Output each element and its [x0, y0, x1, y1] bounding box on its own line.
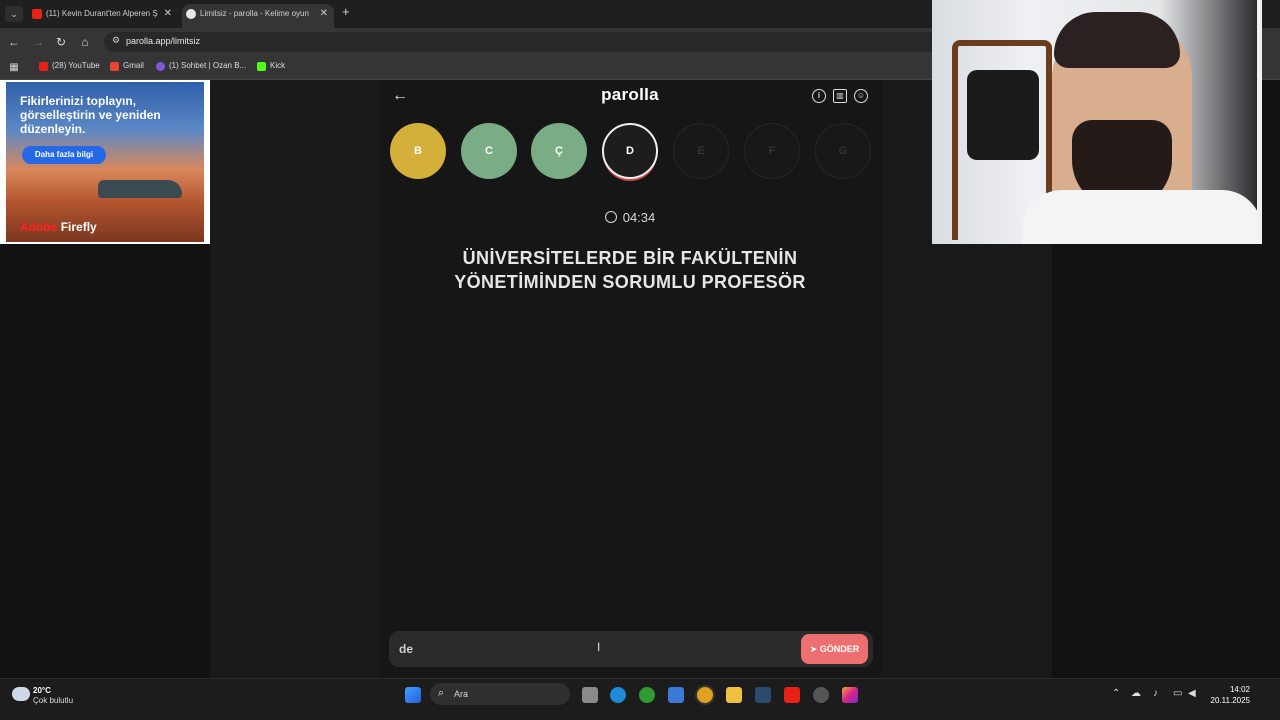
- ad-brand: Adobe Firefly: [20, 220, 97, 234]
- instagram-icon[interactable]: [842, 687, 858, 703]
- windows-start-icon[interactable]: [405, 687, 421, 703]
- youtube-icon: [32, 9, 42, 19]
- tab-youtube[interactable]: (11) Kevin Durant'ten Alperen Ş ✕: [28, 4, 178, 28]
- stats-icon[interactable]: ▥: [833, 89, 847, 103]
- weather-desc[interactable]: Çok bulutlu: [33, 696, 73, 705]
- bookmark-sohbet[interactable]: (1) Sohbet | Ozan B...: [156, 61, 247, 71]
- new-tab-button[interactable]: +: [342, 4, 350, 19]
- text-cursor-icon: I: [597, 640, 601, 654]
- app-icon[interactable]: [813, 687, 829, 703]
- letter-b[interactable]: B: [390, 123, 446, 179]
- steam-icon[interactable]: [755, 687, 771, 703]
- volume-icon[interactable]: ◀: [1188, 688, 1196, 699]
- tab-label: (11) Kevin Durant'ten Alperen Ş: [46, 9, 158, 18]
- left-gutter: [210, 80, 380, 678]
- ad-learn-more-button[interactable]: Daha fazla bilgi: [22, 146, 106, 164]
- bookmark-label: (1) Sohbet | Ozan B...: [169, 61, 247, 70]
- reload-icon[interactable]: ↻: [53, 34, 69, 50]
- send-button[interactable]: ➤ GÖNDER: [801, 634, 868, 664]
- back-arrow-icon[interactable]: ←: [392, 87, 408, 105]
- chrome-icon[interactable]: [697, 687, 713, 703]
- close-icon[interactable]: ✕: [320, 4, 328, 24]
- chevron-up-icon[interactable]: ⌃: [1112, 688, 1120, 699]
- tab-label: Limitsiz - parolla - Kelime oyun: [200, 9, 309, 18]
- letter-e[interactable]: E: [673, 123, 729, 179]
- ad-image: Fikirlerinizi toplayın, görselleştirin v…: [6, 82, 204, 242]
- close-icon[interactable]: ✕: [164, 4, 172, 24]
- search-label: Ara: [454, 689, 469, 699]
- bookmark-label: (28) YouTube: [52, 61, 100, 70]
- ad-info-icon[interactable]: ⓘ ✕: [183, 84, 200, 95]
- webcam-overlay: [932, 0, 1262, 244]
- bookmark-label: Kick: [270, 61, 286, 70]
- mail-icon[interactable]: [668, 687, 684, 703]
- question-text: ÜNİVERSİTELERDE BİR FAKÜLTENİN YÖNETİMİN…: [454, 248, 806, 292]
- advertisement[interactable]: Fikirlerinizi toplayın, görselleştirin v…: [0, 80, 210, 244]
- site-logo[interactable]: parolla: [560, 85, 700, 105]
- kick-icon: [257, 62, 266, 71]
- clock-time[interactable]: 14:02: [1222, 685, 1250, 694]
- send-icon: ➤: [809, 644, 820, 654]
- back-icon[interactable]: ←: [6, 34, 22, 50]
- microphone-icon[interactable]: ♪: [1153, 688, 1158, 699]
- gmail-icon: [110, 62, 119, 71]
- letter-d-current[interactable]: D: [602, 123, 658, 179]
- clock-icon: [604, 211, 617, 223]
- info-icon[interactable]: i: [812, 89, 826, 103]
- tab-parolla[interactable]: Limitsiz - parolla - Kelime oyun ✕: [182, 4, 334, 28]
- streamer-shirt: [1022, 190, 1257, 244]
- letter-f[interactable]: F: [744, 123, 800, 179]
- chat-icon: [156, 62, 165, 71]
- forward-icon[interactable]: →: [30, 34, 46, 50]
- url-field[interactable]: ⚙ parolla.app/limitsiz: [104, 32, 944, 52]
- streamer-hair: [1054, 12, 1180, 68]
- answer-form: I ➤ GÖNDER: [389, 631, 873, 667]
- network-icon[interactable]: ▭: [1173, 688, 1182, 699]
- ad-brand-product: Firefly: [60, 220, 97, 234]
- timer-value: 04:34: [622, 210, 656, 225]
- weather-temp[interactable]: 20°C: [33, 686, 51, 695]
- clock-date[interactable]: 20.11.2025: [1208, 696, 1250, 705]
- letter-g[interactable]: G: [815, 123, 871, 179]
- clothing: [967, 70, 1039, 160]
- xbox-icon[interactable]: [639, 687, 655, 703]
- apps-grid-icon[interactable]: ▦: [6, 60, 22, 76]
- taskbar: 20°C Çok bulutlu ⌕ Ara ⌃ ☁ ♪ ▭ ◀ 14:02 2…: [0, 678, 1280, 720]
- file-explorer-icon[interactable]: [726, 687, 742, 703]
- send-label: GÖNDER: [819, 644, 860, 654]
- ad-brand-adobe: Adobe: [20, 220, 58, 234]
- bookmark-label: Gmail: [123, 61, 144, 70]
- answer-input[interactable]: [399, 641, 699, 657]
- profile-icon[interactable]: ☺: [854, 89, 868, 103]
- bookmark-youtube[interactable]: (28) YouTube: [39, 61, 100, 71]
- onedrive-icon[interactable]: ☁: [1131, 688, 1141, 699]
- edge-icon[interactable]: [610, 687, 626, 703]
- site-info-icon[interactable]: ⚙: [112, 35, 120, 46]
- tab-search-button[interactable]: ⌄: [5, 6, 23, 22]
- youtube-icon[interactable]: [784, 687, 800, 703]
- letter-c[interactable]: C: [461, 123, 517, 179]
- parolla-favicon-icon: [186, 9, 196, 19]
- cloud-icon[interactable]: [12, 687, 30, 701]
- car-illustration: [98, 180, 182, 198]
- search-icon: ⌕: [438, 687, 445, 699]
- task-view-icon[interactable]: [582, 687, 598, 703]
- letter-c-cedilla[interactable]: Ç: [531, 123, 587, 179]
- home-icon[interactable]: ⌂: [77, 34, 93, 50]
- ad-headline: Fikirlerinizi toplayın, görselleştirin v…: [20, 94, 161, 136]
- bookmark-gmail[interactable]: Gmail: [110, 61, 144, 71]
- timer: 04:34: [560, 210, 700, 225]
- bookmark-kick[interactable]: Kick: [257, 61, 286, 71]
- youtube-icon: [39, 62, 48, 71]
- taskbar-search[interactable]: ⌕ Ara: [430, 683, 570, 705]
- url-text: parolla.app/limitsiz: [126, 36, 201, 46]
